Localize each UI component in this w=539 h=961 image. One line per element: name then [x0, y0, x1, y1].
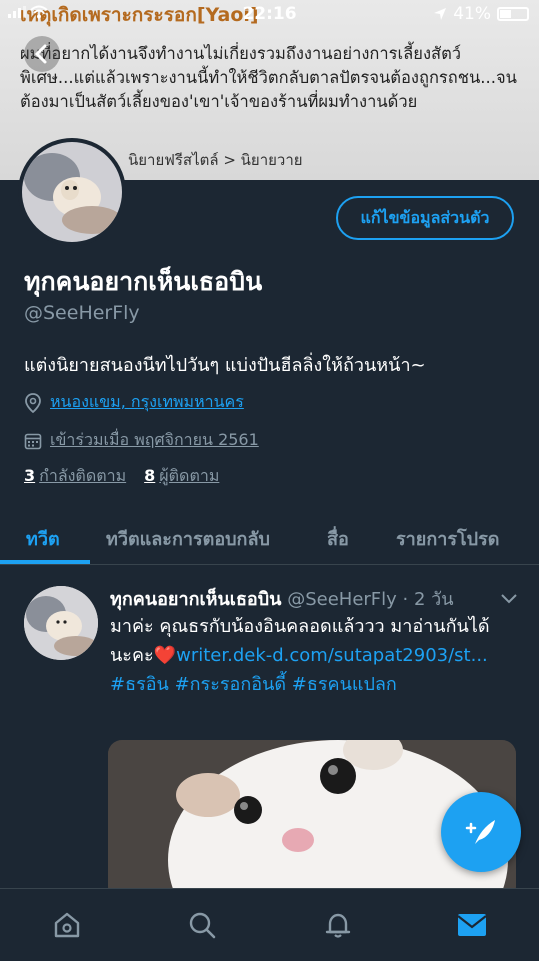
profile-avatar[interactable] [18, 138, 126, 246]
back-button[interactable] [24, 36, 60, 72]
chevron-down-icon[interactable] [500, 590, 518, 609]
status-bar: 22:16 41% [0, 0, 539, 30]
profile-name: ทุกคนอยากเห็นเธอบิน [24, 267, 263, 296]
followers-count: 8 [144, 466, 156, 485]
search-icon [189, 912, 216, 939]
calendar-icon [24, 433, 42, 449]
followers-label: ผู้ติดตาม [159, 466, 220, 485]
tab-likes[interactable]: รายการโปรด [396, 524, 499, 553]
following-link[interactable]: 3 กำลังติดตาม [24, 464, 126, 489]
active-tab-indicator [0, 560, 90, 564]
following-label: กำลังติดตาม [39, 466, 127, 485]
nav-home[interactable] [47, 905, 87, 945]
battery-icon [497, 7, 529, 21]
battery-percent: 41% [453, 4, 491, 24]
location-pin-icon [25, 392, 41, 413]
profile-location: หนองแขม, กรุงเทพมหานคร [24, 390, 244, 415]
tab-tweets-replies[interactable]: ทวีตและการตอบกลับ [106, 524, 270, 553]
profile-joined: เข้าร่วมเมื่อ พฤศจิกายน 2561 [24, 428, 259, 453]
compose-tweet-button[interactable] [441, 792, 521, 872]
banner-synopsis: ผมที่อยากได้งานจึงทำงานไม่เกี่ยงรวมถึงงา… [20, 44, 517, 111]
tweet-hashtags[interactable]: #ธรอิน #กระรอกอินดี้ #ธรคนแปลก [110, 674, 397, 695]
following-count: 3 [24, 466, 36, 485]
tweet-author-handle[interactable]: @SeeHerFly [287, 589, 397, 610]
compose-tweet-icon [465, 820, 495, 844]
tweet-author-name[interactable]: ทุกคนอยากเห็นเธอบิน [110, 589, 281, 610]
banner-category: นิยายฟรีสไตล์ > นิยายวาย [128, 151, 303, 169]
joined-date: เข้าร่วมเมื่อ พฤศจิกายน 2561 [50, 430, 259, 449]
nav-search[interactable] [182, 905, 222, 945]
tab-media[interactable]: สื่อ [327, 524, 349, 553]
follow-counts: 3 กำลังติดตาม 8 ผู้ติดตาม [24, 464, 219, 489]
tweet-avatar[interactable] [24, 586, 98, 660]
followers-link[interactable]: 8 ผู้ติดตาม [144, 464, 219, 489]
location-link[interactable]: หนองแขม, กรุงเทพมหานคร [50, 390, 244, 415]
home-icon [54, 912, 80, 938]
profile-handle: @SeeHerFly [24, 302, 140, 324]
tweet-link[interactable]: writer.dek-d.com/sutapat2903/st... [176, 645, 488, 666]
nav-messages[interactable] [452, 905, 492, 945]
tweet-time: · 2 วัน [402, 589, 454, 610]
tab-tweets[interactable]: ทวีต [26, 524, 60, 553]
nav-notifications[interactable] [318, 905, 358, 945]
location-arrow-icon [434, 8, 447, 20]
tweet-text: มาค่ะ คุณธรกับน้องอินคลอดแล้ววว มาอ่านกั… [110, 612, 510, 699]
heart-emoji: ❤️ [153, 645, 177, 666]
edit-profile-button[interactable]: แก้ไขข้อมูลส่วนตัว [336, 196, 514, 240]
tweet-header: ทุกคนอยากเห็นเธอบิน @SeeHerFly · 2 วัน [110, 584, 454, 613]
notifications-icon [325, 913, 351, 938]
bottom-navigation [0, 888, 539, 961]
messages-icon [457, 914, 487, 936]
profile-bio: แต่งนิยายสนองนีทไปวันๆ แบ่งปันฮีลลิ่งให้… [24, 355, 426, 376]
profile-tabs: ทวีต ทวีตและการตอบกลับ สื่อ รายการโปรด [0, 510, 539, 565]
